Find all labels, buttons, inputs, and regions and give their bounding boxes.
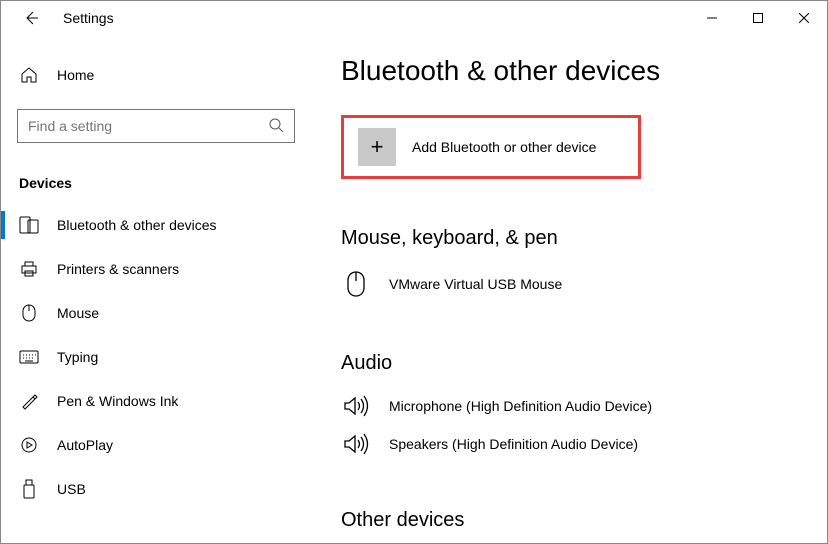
back-button[interactable]: [17, 4, 45, 32]
titlebar: Settings: [1, 1, 827, 35]
add-device-label: Add Bluetooth or other device: [412, 139, 596, 155]
home-button[interactable]: Home: [1, 55, 311, 95]
sidebar-item-label: Mouse: [57, 305, 99, 321]
home-icon: [19, 66, 39, 84]
page-title: Bluetooth & other devices: [341, 55, 797, 87]
sidebar-item-pen[interactable]: Pen & Windows Ink: [1, 379, 311, 423]
device-row[interactable]: VMware Virtual USB Mouse: [341, 260, 797, 304]
keyboard-icon: [19, 350, 39, 364]
mouse-icon: [19, 304, 39, 322]
sidebar-item-autoplay[interactable]: AutoPlay: [1, 423, 311, 467]
sidebar-item-label: Bluetooth & other devices: [57, 217, 217, 233]
add-device-button[interactable]: + Add Bluetooth or other device: [341, 115, 641, 179]
mouse-device-icon: [341, 270, 371, 298]
sidebar-item-label: Pen & Windows Ink: [57, 393, 178, 409]
window-controls: [689, 1, 827, 35]
sidebar-item-typing[interactable]: Typing: [1, 335, 311, 379]
minimize-button[interactable]: [689, 1, 735, 35]
search-box[interactable]: [17, 109, 295, 143]
section-heading-audio: Audio: [341, 352, 797, 375]
plus-icon: +: [358, 128, 396, 166]
sidebar-item-usb[interactable]: USB: [1, 467, 311, 511]
main-panel: Bluetooth & other devices + Add Bluetoot…: [311, 35, 827, 543]
section-heading-mkp: Mouse, keyboard, & pen: [341, 227, 797, 250]
printer-icon: [19, 260, 39, 278]
device-label: Microphone (High Definition Audio Device…: [389, 398, 652, 414]
speaker-icon: [341, 433, 371, 455]
sidebar: Home Devices Bluetooth & other devices P…: [1, 35, 311, 543]
window-title: Settings: [63, 10, 114, 26]
device-row[interactable]: Microphone (High Definition Audio Device…: [341, 385, 797, 423]
minimize-icon: [707, 13, 717, 23]
maximize-icon: [753, 13, 763, 23]
maximize-button[interactable]: [735, 1, 781, 35]
sidebar-section-label: Devices: [1, 163, 311, 203]
home-label: Home: [57, 67, 94, 83]
sidebar-item-mouse[interactable]: Mouse: [1, 291, 311, 335]
sidebar-item-label: Printers & scanners: [57, 261, 179, 277]
bluetooth-devices-icon: [19, 216, 39, 234]
device-label: Speakers (High Definition Audio Device): [389, 436, 638, 452]
close-button[interactable]: [781, 1, 827, 35]
arrow-left-icon: [23, 10, 39, 26]
pen-icon: [19, 392, 39, 410]
sidebar-item-printers[interactable]: Printers & scanners: [1, 247, 311, 291]
autoplay-icon: [19, 436, 39, 454]
sidebar-item-label: Typing: [57, 349, 98, 365]
sidebar-item-bluetooth[interactable]: Bluetooth & other devices: [1, 203, 311, 247]
device-label: VMware Virtual USB Mouse: [389, 276, 562, 292]
search-input[interactable]: [28, 118, 268, 134]
close-icon: [799, 13, 809, 23]
search-icon: [268, 117, 284, 136]
usb-icon: [19, 479, 39, 499]
speaker-icon: [341, 395, 371, 417]
device-row[interactable]: Speakers (High Definition Audio Device): [341, 423, 797, 461]
sidebar-item-label: USB: [57, 481, 86, 497]
sidebar-item-label: AutoPlay: [57, 437, 113, 453]
section-heading-other: Other devices: [341, 509, 797, 532]
